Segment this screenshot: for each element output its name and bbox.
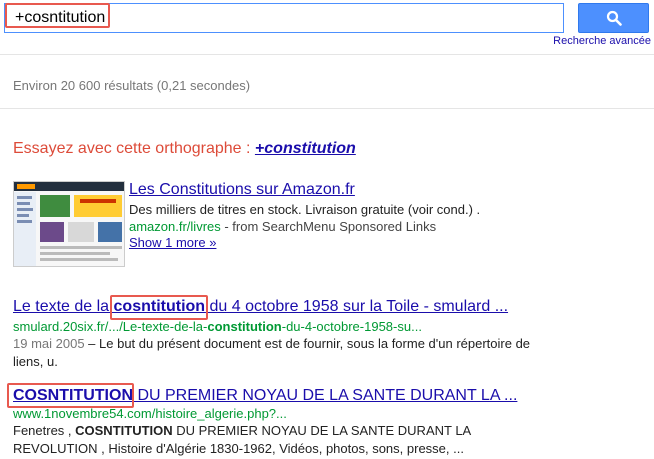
title-text: DU PREMIER NOYAU DE LA SANTE DURANT LA .…: [133, 387, 518, 404]
divider: [0, 54, 654, 55]
title-text: du 4 octobre 1958 sur la Toile - smulard…: [205, 298, 509, 315]
search-box[interactable]: [4, 3, 564, 33]
spelling-suggestion-link[interactable]: +constitution: [255, 140, 356, 157]
search-input[interactable]: [8, 6, 553, 30]
divider: [0, 108, 654, 109]
search-button[interactable]: [578, 3, 649, 33]
ad-source: - from SearchMenu Sponsored Links: [220, 219, 437, 234]
ad-thumbnail[interactable]: [13, 181, 125, 267]
title-keyword: cosntitution: [113, 298, 206, 315]
result-snippet: Fenetres , COSNTITUTION DU PREMIER NOYAU…: [13, 422, 533, 458]
ad-url-line: amazon.fr/livres - from SearchMenu Spons…: [129, 219, 436, 234]
result-url[interactable]: smulard.20six.fr/.../Le-texte-de-la-cons…: [13, 319, 422, 334]
url-text: -du-4-octobre-1958-su...: [281, 319, 422, 334]
ad-snippet: Des milliers de titres en stock. Livrais…: [129, 202, 481, 217]
ad-url[interactable]: amazon.fr/livres: [129, 219, 221, 234]
result-title-link[interactable]: COSNTITUTION DU PREMIER NOYAU DE LA SANT…: [13, 387, 517, 405]
amazon-page-thumbnail-icon: [14, 182, 124, 266]
snippet-keyword: COSNTITUTION: [75, 423, 173, 438]
title-keyword: COSNTITUTION: [13, 387, 133, 404]
snippet-text: – Le but du présent document est de four…: [13, 336, 531, 369]
url-keyword: constitution: [207, 319, 282, 334]
url-text: smulard.20six.fr/.../Le-texte-de-la-: [13, 319, 208, 334]
ad-title-link[interactable]: Les Constitutions sur Amazon.fr: [129, 181, 355, 199]
search-icon: [606, 10, 622, 26]
advanced-search-link[interactable]: Recherche avancée: [535, 35, 651, 47]
ad-show-more-link[interactable]: Show 1 more »: [129, 235, 216, 250]
snippet-text: Fenetres ,: [13, 423, 76, 438]
spelling-prefix: Essayez avec cette orthographe :: [13, 140, 255, 157]
result-title-link[interactable]: Le texte de la cosntitution du 4 octobre…: [13, 298, 508, 316]
result-stats: Environ 20 600 résultats (0,21 secondes): [13, 78, 251, 93]
result-url[interactable]: www.1novembre54.com/histoire_algerie.php…: [13, 406, 287, 421]
result-date: 19 mai 2005: [13, 336, 85, 351]
result-snippet: 19 mai 2005 – Le but du présent document…: [13, 335, 533, 371]
spelling-suggestion: Essayez avec cette orthographe : +consti…: [13, 140, 356, 158]
title-text: Le texte de la: [13, 298, 114, 315]
